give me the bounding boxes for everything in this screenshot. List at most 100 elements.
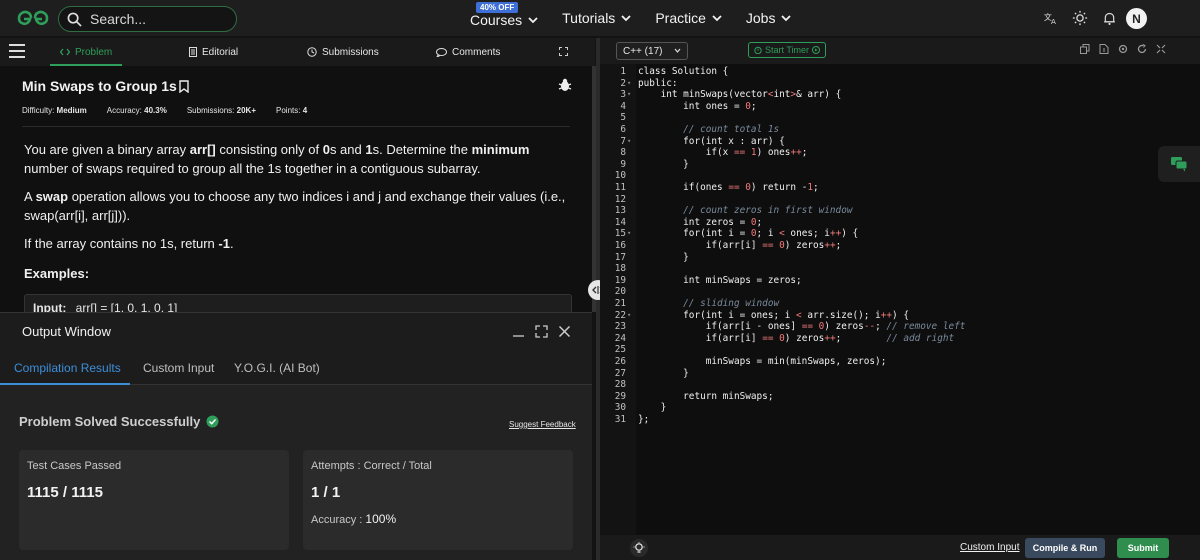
fullscreen-icon[interactable] <box>1156 44 1166 54</box>
fold-toggle-icon[interactable]: ▾ <box>627 136 631 148</box>
code-text: if(x == 1) ones++; <box>638 147 808 159</box>
code-line: 21 // sliding window <box>600 298 1200 310</box>
line-number: 28 <box>614 379 626 391</box>
fold-toggle-icon[interactable]: ▾ <box>627 78 631 90</box>
line-number: 23 <box>614 321 626 333</box>
line-number: 24 <box>614 332 626 344</box>
maximize-icon[interactable] <box>535 325 548 338</box>
example-input-value: arr[] = [1, 0, 1, 0, 1] <box>75 301 178 312</box>
file-upload-icon[interactable] <box>1099 44 1109 54</box>
attempts-label: Attempts : Correct / Total <box>311 460 432 472</box>
app-root: Search... 40% OFF Courses Tutorials Prac… <box>0 0 1200 560</box>
code-text: if(arr[i - ones] == 0) zeros--; // remov… <box>638 321 966 333</box>
code-line: 13 // count zeros in first window <box>600 205 1200 217</box>
tab-editorial[interactable]: Editorial <box>189 38 238 66</box>
chevron-down-icon <box>712 15 722 22</box>
tab-comments-label: Comments <box>452 46 501 58</box>
chevron-down-icon <box>528 17 538 24</box>
code-text: return minSwaps; <box>638 390 774 402</box>
code-line: 17 } <box>600 252 1200 264</box>
problem-meta: Difficulty: Medium Accuracy: 40.3% Submi… <box>22 106 307 115</box>
code-line: 5 <box>600 112 1200 124</box>
code-icon <box>60 48 70 56</box>
fold-toggle-icon[interactable]: ▾ <box>627 89 631 101</box>
code-line: 8 if(x == 1) ones++; <box>600 147 1200 159</box>
output-header: Output Window <box>0 313 592 351</box>
code-text: int minSwaps(vector<int>& arr) { <box>638 89 842 101</box>
nav-tutorials[interactable]: Tutorials <box>562 10 631 26</box>
search-box[interactable]: Search... <box>58 6 237 32</box>
tab-custom-input[interactable]: Custom Input <box>143 361 214 375</box>
code-text: int ones = 0; <box>638 100 757 112</box>
code-line: 28 <box>600 379 1200 391</box>
nav-courses-label: Courses <box>470 12 523 28</box>
fold-toggle-icon[interactable]: ▾ <box>627 228 631 240</box>
line-number: 9 <box>620 158 626 170</box>
line-number: 16 <box>614 240 626 251</box>
tab-compilation-results[interactable]: Compilation Results <box>14 361 121 375</box>
document-icon <box>189 47 197 57</box>
submit-button[interactable]: Submit <box>1117 538 1169 558</box>
search-placeholder: Search... <box>90 11 147 27</box>
language-select[interactable]: C++ (17) <box>616 42 688 60</box>
bug-report-icon[interactable] <box>558 78 572 92</box>
reset-icon[interactable] <box>1137 44 1147 54</box>
line-number: 27 <box>614 367 626 379</box>
custom-input-link[interactable]: Custom Input <box>960 542 1019 553</box>
translate-icon[interactable]: 文A <box>1042 9 1060 27</box>
lightbulb-icon[interactable] <box>630 539 648 557</box>
test-cases-card: Test Cases Passed 1115 / 1115 <box>19 450 289 550</box>
line-number: 15 <box>614 228 626 240</box>
chat-icon[interactable] <box>1158 146 1200 182</box>
avatar[interactable]: N <box>1126 8 1147 29</box>
line-number: 20 <box>614 286 626 298</box>
nav-practice[interactable]: Practice <box>655 10 722 26</box>
attempts-value: 1 / 1 <box>311 484 341 501</box>
examples-heading: Examples: <box>24 266 90 281</box>
editor-toolbar: C++ (17) Start Timer <box>600 38 1200 64</box>
settings-icon[interactable] <box>1118 44 1128 54</box>
chevron-down-icon <box>621 15 631 22</box>
nav-jobs-label: Jobs <box>745 10 776 26</box>
tab-yogi-ai-bot[interactable]: Y.O.G.I. (AI Bot) <box>234 361 320 375</box>
code-editor[interactable]: 1 class Solution {2 ▾ public: 3 ▾ int minSwap… <box>600 64 1200 535</box>
line-number: 14 <box>614 216 626 228</box>
output-tabs: Compilation Results Custom Input Y.O.G.I… <box>0 351 592 385</box>
nav-links: Courses Tutorials Practice Jobs <box>470 0 815 36</box>
code-line: 10 <box>600 170 1200 182</box>
theme-toggle-icon[interactable] <box>1071 9 1089 27</box>
code-text: } <box>638 402 667 414</box>
nav-courses[interactable]: Courses <box>470 12 538 28</box>
minimize-icon[interactable] <box>512 325 525 338</box>
tab-problem[interactable]: Problem <box>49 38 123 66</box>
compile-run-button[interactable]: Compile & Run <box>1025 538 1105 558</box>
expand-icon[interactable] <box>559 47 568 56</box>
nav-jobs[interactable]: Jobs <box>746 10 792 26</box>
line-number: 2 <box>620 77 626 89</box>
play-icon <box>812 46 820 54</box>
bookmark-icon[interactable] <box>179 79 189 93</box>
tab-submissions[interactable]: Submissions <box>307 38 379 66</box>
menu-icon[interactable] <box>9 44 25 58</box>
submissions-stat: Submissions: 20K+ <box>186 106 256 115</box>
code-text: class Solution { <box>638 66 729 77</box>
line-number: 5 <box>620 112 626 124</box>
close-icon[interactable] <box>558 325 571 338</box>
code-line: 23 if(arr[i - ones] == 0) zeros--; // re… <box>600 321 1200 333</box>
code-text: if(arr[i] == 0) zeros++; <box>638 240 842 251</box>
accuracy-value: 100% <box>365 512 397 526</box>
fold-toggle-icon[interactable]: ▾ <box>627 310 631 322</box>
copy-icon[interactable] <box>1080 44 1090 54</box>
accuracy-stat: Accuracy: 40.3% <box>106 106 167 115</box>
bell-icon[interactable] <box>1100 9 1118 27</box>
divider <box>22 126 570 127</box>
gfg-logo[interactable] <box>14 8 52 28</box>
timer-icon <box>754 46 762 54</box>
start-timer-button[interactable]: Start Timer <box>748 42 826 58</box>
tab-editorial-label: Editorial <box>202 46 239 58</box>
code-text: for(int i = ones; i < arr.size(); i++) { <box>638 309 909 321</box>
suggest-feedback-link[interactable]: Suggest Feedback <box>509 420 576 429</box>
tab-comments[interactable]: Comments <box>436 38 500 66</box>
code-line: 6 // count total 1s <box>600 124 1200 136</box>
code-line: 11 if(ones == 0) return -1; <box>600 182 1200 194</box>
